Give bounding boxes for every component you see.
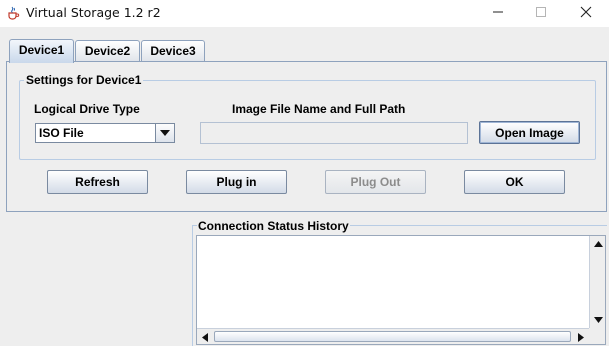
horizontal-scrollbar[interactable] [197, 328, 589, 344]
ok-button[interactable]: OK [464, 170, 565, 194]
scroll-up-icon[interactable] [590, 236, 606, 252]
device-tab-panel: Settings for Device1 Logical Drive Type … [6, 61, 607, 212]
tab-device2[interactable]: Device2 [75, 40, 140, 62]
refresh-button[interactable]: Refresh [47, 170, 148, 194]
image-path-field[interactable] [200, 122, 468, 144]
maximize-icon [535, 6, 547, 21]
tab-device1[interactable]: Device1 [9, 39, 74, 63]
title-bar: Virtual Storage 1.2 r2 [0, 0, 609, 27]
drive-type-select[interactable]: ISO File [35, 123, 175, 143]
open-image-button[interactable]: Open Image [479, 121, 580, 144]
close-button[interactable] [563, 0, 609, 27]
status-history-title: Connection Status History [197, 219, 350, 233]
drive-type-value: ISO File [39, 126, 84, 140]
window-title: Virtual Storage 1.2 r2 [26, 5, 161, 20]
scroll-corner [589, 328, 605, 344]
settings-group-title: Settings for Device1 [24, 73, 144, 87]
scroll-down-icon[interactable] [590, 312, 606, 328]
horizontal-scroll-thumb[interactable] [214, 331, 571, 342]
image-path-label: Image File Name and Full Path [232, 102, 406, 116]
plug-in-button[interactable]: Plug in [186, 170, 287, 194]
vertical-scrollbar[interactable] [589, 236, 605, 328]
scroll-left-icon[interactable] [197, 329, 213, 345]
tab-device3[interactable]: Device3 [141, 40, 205, 62]
minimize-button[interactable] [475, 0, 521, 27]
drive-type-label: Logical Drive Type [34, 102, 140, 116]
close-icon [580, 6, 592, 21]
maximize-button[interactable] [518, 0, 564, 27]
java-cup-icon [6, 6, 20, 20]
scroll-right-icon[interactable] [573, 329, 589, 345]
status-history-group: Connection Status History [192, 219, 607, 346]
plug-out-button: Plug Out [325, 170, 426, 194]
chevron-down-icon[interactable] [155, 124, 174, 142]
minimize-icon [492, 6, 504, 21]
status-history-log[interactable] [196, 235, 606, 345]
settings-group: Settings for Device1 Logical Drive Type … [19, 73, 596, 160]
